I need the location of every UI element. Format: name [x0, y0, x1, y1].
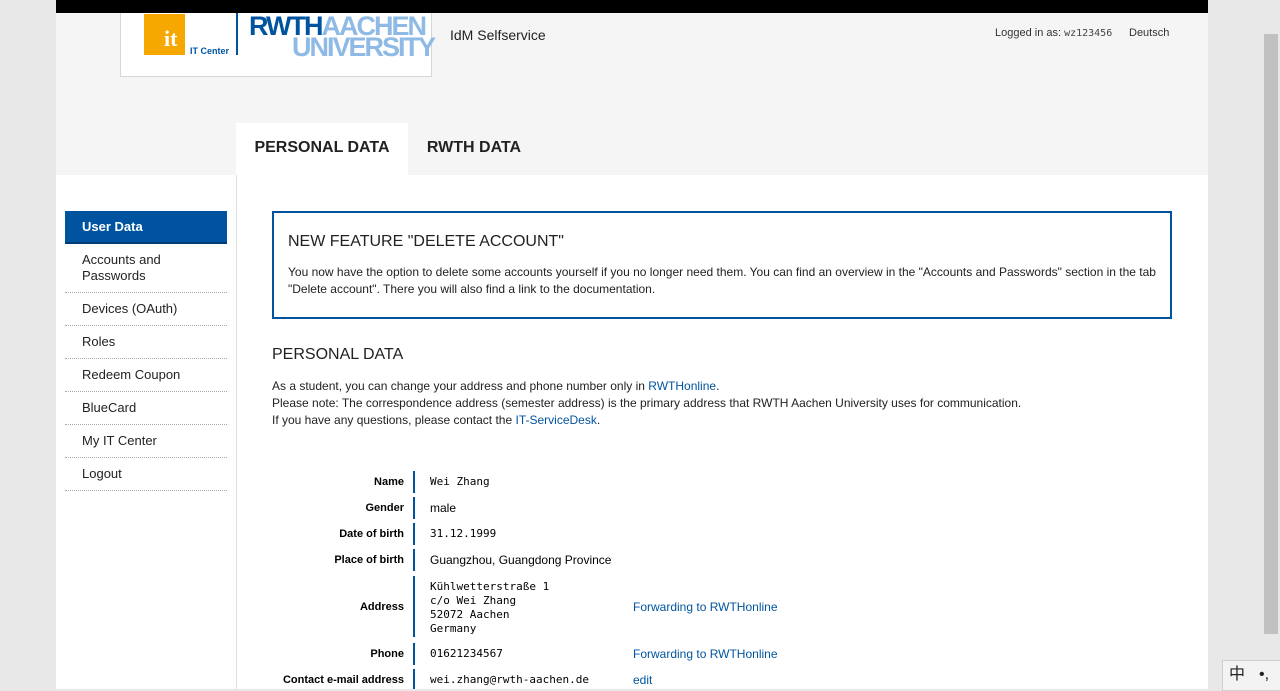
field-bar	[413, 471, 415, 493]
vertical-scrollbar[interactable]	[1264, 34, 1278, 634]
phone-forward-link[interactable]: Forwarding to RWTHonline	[633, 647, 778, 661]
gender-label: Gender	[365, 502, 404, 514]
field-bar	[413, 549, 415, 571]
phone-label: Phone	[370, 648, 404, 660]
address-value: Kühlwetterstraße 1 c/o Wei Zhang 52072 A…	[430, 580, 549, 636]
dob-label: Date of birth	[339, 528, 404, 540]
phone-value: 01621234567	[430, 647, 503, 660]
sidebar-nav: User Data Accounts and Passwords Devices…	[65, 211, 227, 491]
address-line-1: Kühlwetterstraße 1	[430, 580, 550, 593]
it-center-label: IT Center	[190, 46, 230, 56]
notice-text: You now have the option to delete some a…	[288, 265, 1156, 296]
university-text: UNIVERSITY	[292, 32, 436, 62]
sidebar-item-bluecard[interactable]: BlueCard	[65, 392, 227, 425]
language-switch-link[interactable]: Deutsch	[1129, 27, 1169, 39]
email-value: wei.zhang@rwth-aachen.de	[430, 673, 589, 686]
intro1-suffix: .	[716, 379, 720, 393]
logged-in-user: wz123456	[1064, 28, 1113, 39]
section-title: PERSONAL DATA	[272, 346, 404, 363]
ime-punctuation-icon: •,	[1259, 666, 1270, 683]
pob-label: Place of birth	[334, 554, 404, 566]
gender-value: male	[430, 501, 457, 515]
name-label: Name	[374, 476, 404, 488]
name-value: Wei Zhang	[430, 475, 490, 488]
address-line-2: c/o Wei Zhang	[430, 594, 517, 607]
field-bar	[413, 576, 415, 637]
intro3-prefix: If you have any questions, please contac…	[272, 413, 516, 427]
it-servicedesk-link[interactable]: IT-ServiceDesk	[516, 413, 597, 427]
email-edit-link[interactable]: edit	[633, 673, 652, 687]
sidebar-item-accounts-passwords[interactable]: Accounts and Passwords	[65, 244, 227, 293]
intro-text: As a student, you can change your addres…	[272, 378, 1021, 429]
logo[interactable]: it IT Center RWTHAACHEN UNIVERSITY	[120, 13, 436, 77]
field-bar	[413, 497, 415, 519]
top-black-bar	[56, 0, 1208, 13]
logo-divider	[236, 13, 238, 55]
address-label: Address	[359, 601, 404, 613]
it-mark: it	[164, 26, 178, 51]
intro-line-2: Please note: The correspondence address …	[272, 396, 1022, 410]
field-bar	[413, 523, 415, 545]
sidebar-item-my-it-center[interactable]: My IT Center	[65, 425, 227, 458]
intro1-prefix: As a student, you can change your addres…	[272, 379, 649, 393]
sidebar-item-devices-oauth[interactable]: Devices (OAuth)	[65, 293, 227, 326]
ime-chinese-mode-icon: 中	[1229, 666, 1246, 683]
app-title: IdM Selfservice	[450, 27, 546, 43]
intro3-suffix: .	[596, 413, 601, 427]
tab-rwth-data[interactable]: RWTH DATA	[408, 123, 540, 175]
email-label: Contact e-mail address	[282, 674, 404, 686]
logged-in-info: Logged in as: wz123456	[995, 27, 1112, 39]
intro-line-3: If you have any questions, please contac…	[272, 412, 1021, 429]
header: it IT Center RWTHAACHEN UNIVERSITY IdM S…	[56, 13, 1208, 175]
page-container: it IT Center RWTHAACHEN UNIVERSITY IdM S…	[56, 0, 1208, 689]
tab-personal-data[interactable]: PERSONAL DATA	[236, 123, 408, 175]
logged-in-label: Logged in as:	[995, 27, 1062, 39]
ime-indicator[interactable]: 中 •,	[1222, 660, 1280, 691]
pob-value: Guangzhou, Guangdong Province	[430, 553, 612, 567]
notice-title: NEW FEATURE "DELETE ACCOUNT"	[288, 233, 564, 250]
field-bar	[413, 669, 415, 689]
sidebar-item-redeem-coupon[interactable]: Redeem Coupon	[65, 359, 227, 392]
rwthonline-link[interactable]: RWTHonline	[648, 379, 716, 393]
sidebar-item-user-data[interactable]: User Data	[65, 211, 227, 244]
address-line-3: 52072 Aachen	[430, 608, 510, 621]
notice-box: NEW FEATURE "DELETE ACCOUNT" You now hav…	[272, 211, 1172, 319]
sidebar-item-roles[interactable]: Roles	[65, 326, 227, 359]
dob-value: 31.12.1999	[430, 527, 497, 540]
address-line-4: Germany	[430, 622, 477, 635]
field-bar	[413, 643, 415, 665]
intro-line-1: As a student, you can change your addres…	[272, 378, 1021, 395]
sidebar-item-logout[interactable]: Logout	[65, 458, 227, 491]
address-forward-link[interactable]: Forwarding to RWTHonline	[633, 600, 778, 614]
